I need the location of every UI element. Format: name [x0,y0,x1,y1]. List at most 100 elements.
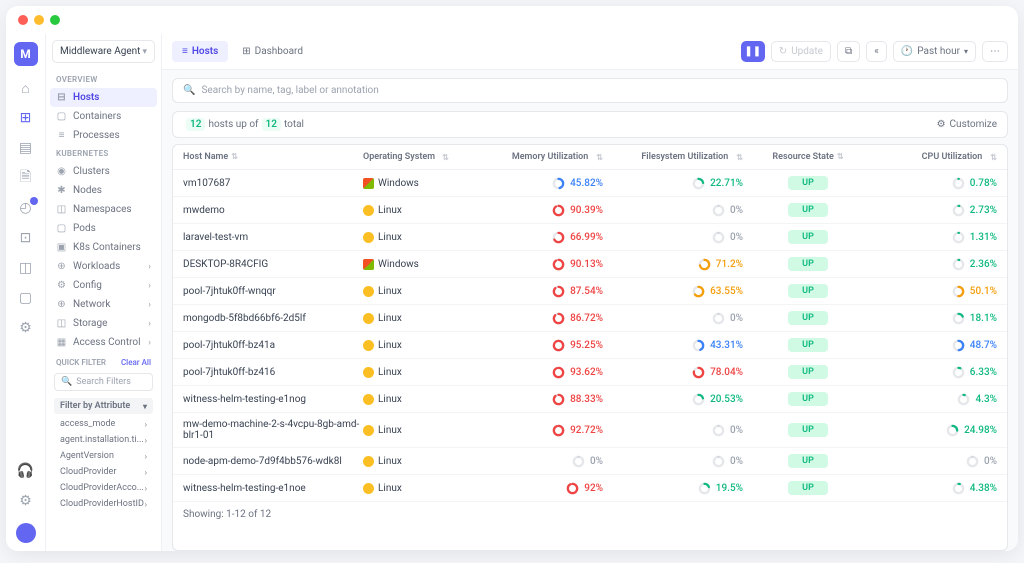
window-titlebar [6,6,1018,34]
host-name-cell: mwdemo [183,205,363,216]
sidebar-item-pods[interactable]: ▢Pods [46,219,161,238]
chevron-right-icon: › [148,300,151,310]
os-cell: Linux [363,425,463,436]
dashboard-icon: ⊞ [242,46,250,57]
resource-state-cell: UP [743,481,873,495]
filter-item[interactable]: AgentVersion› [46,448,161,464]
user-avatar[interactable] [16,523,36,543]
chevron-right-icon: › [145,452,147,461]
sidebar-item-storage[interactable]: ◫Storage› [46,314,161,333]
memory-cell: 87.54% [463,285,603,298]
sidebar-item-workloads[interactable]: ⊕Workloads› [46,257,161,276]
table-row[interactable]: pool-7jhtuk0ff-wnqqr Linux 87.54% 63.55%… [173,278,1007,305]
infrastructure-icon[interactable]: ⊞ [18,110,34,126]
copy-icon: ⧉ [845,46,852,57]
time-range-selector[interactable]: 🕐 Past hour ▾ [893,41,976,62]
tab-hosts[interactable]: ≡ Hosts [172,41,228,62]
table-row[interactable]: vm107687 Windows 45.82% 22.71% UP 0.78% [173,170,1007,197]
filter-search-input[interactable]: 🔍 Search Filters [54,373,153,391]
tab-dashboard[interactable]: ⊞ Dashboard [232,41,313,62]
linux-icon [363,313,374,324]
chevron-right-icon: › [148,338,151,348]
sort-icon[interactable]: ⇅ [837,152,844,162]
chevron-right-icon: › [145,420,147,429]
main-content: ≡ Hosts ⊞ Dashboard ❚❚ ↻ Update ⧉ [162,34,1018,551]
layers-icon[interactable]: ▤ [18,140,34,156]
table-row[interactable]: laravel-test-vm Linux 66.99% 0% UP 1.31% [173,224,1007,251]
sidebar-item-network[interactable]: ⊕Network› [46,295,161,314]
table-row[interactable]: DESKTOP-8R4CFIG Windows 90.13% 71.2% UP … [173,251,1007,278]
table-row[interactable]: pool-7jhtuk0ff-bz416 Linux 93.62% 78.04%… [173,359,1007,386]
sidebar-item-clusters[interactable]: ◉Clusters [46,162,161,181]
customize-button[interactable]: ⚙ Customize [937,119,997,130]
host-name-cell: laravel-test-vm [183,232,363,243]
filter-item[interactable]: CloudProviderAcco...› [46,480,161,496]
maximize-window-icon[interactable] [50,15,60,25]
sort-icon[interactable]: ⇅ [596,153,603,162]
sidebar-item-access control[interactable]: ▦Access Control› [46,333,161,352]
os-cell: Linux [363,340,463,351]
dashboards-icon[interactable]: ⊡ [18,230,34,246]
table-row[interactable]: node-apm-demo-7d9f4bb576-wdk8l Linux 0% … [173,448,1007,475]
monitor-icon[interactable]: ▢ [18,290,34,306]
filesystem-cell: 0% [603,455,743,468]
cpu-cell: 24.98% [873,424,997,437]
resource-state-cell: UP [743,176,873,190]
home-icon[interactable]: ⌂ [18,80,34,96]
filter-item[interactable]: access_mode› [46,416,161,432]
linux-icon [363,286,374,297]
filter-by-attribute-header[interactable]: Filter by Attribute ▾ [54,398,153,414]
sort-icon[interactable]: ⇅ [736,153,743,162]
table-row[interactable]: mw-demo-machine-2-s-4vcpu-8gb-amd-blr1-0… [173,413,1007,448]
sidebar-item-config[interactable]: ⚙Config› [46,276,161,295]
table-footer: Showing: 1-12 of 12 [173,502,1007,527]
pause-button[interactable]: ❚❚ [741,41,765,62]
filter-item[interactable]: CloudProviderHostID› [46,496,161,512]
sidebar-item-nodes[interactable]: ✱Nodes [46,181,161,200]
document-icon[interactable]: 🗎 [18,170,34,186]
database-icon[interactable]: ◫ [18,260,34,276]
sort-icon[interactable]: ⇅ [990,153,997,162]
table-row[interactable]: witness-helm-testing-e1nog Linux 88.33% … [173,386,1007,413]
clear-all-link[interactable]: Clear All [121,358,151,367]
filter-item[interactable]: CloudProvider› [46,464,161,480]
more-button[interactable]: ⋯ [982,41,1008,62]
sidebar-item-k8s containers[interactable]: ▣K8s Containers [46,238,161,257]
search-input[interactable]: 🔍 Search by name, tag, label or annotati… [172,78,1008,103]
table-row[interactable]: mongodb-5f8bd66bf6-2d5lf Linux 86.72% 0%… [173,305,1007,332]
sidebar-item-hosts[interactable]: ⊟Hosts [50,88,157,107]
help-icon[interactable]: 🎧 [18,463,34,479]
quick-filter-label: QUICK FILTER [56,358,106,367]
memory-cell: 88.33% [463,393,603,406]
alerts-icon[interactable]: ◴ [18,200,34,216]
filesystem-cell: 71.2% [603,258,743,271]
filter-item[interactable]: agent.installation.ti...› [46,432,161,448]
table-row[interactable]: mwdemo Linux 90.39% 0% UP 2.73% [173,197,1007,224]
chevron-right-icon: › [148,262,151,272]
table-row[interactable]: pool-7jhtuk0ff-bz41a Linux 95.25% 43.31%… [173,332,1007,359]
sidebar-item-namespaces[interactable]: ◫Namespaces [46,200,161,219]
copy-button[interactable]: ⧉ [837,41,860,62]
os-cell: Linux [363,367,463,378]
collapse-button[interactable]: « [866,41,887,62]
filesystem-cell: 78.04% [603,366,743,379]
chevron-right-icon: › [148,319,151,329]
sidebar-item-containers[interactable]: ▢Containers [46,107,161,126]
linux-icon [363,456,374,467]
settings-rail-icon[interactable]: ⚙ [18,320,34,336]
cpu-cell: 50.1% [873,285,997,298]
linux-icon [363,394,374,405]
app-logo[interactable]: M [14,42,38,66]
filesystem-cell: 43.31% [603,339,743,352]
minimize-window-icon[interactable] [34,15,44,25]
sidebar-item-processes[interactable]: ≡Processes [46,126,161,145]
gear-icon[interactable]: ⚙ [18,493,34,509]
table-row[interactable]: witness-helm-testing-e1noe Linux 92% 19.… [173,475,1007,502]
update-button[interactable]: ↻ Update [771,41,831,62]
close-window-icon[interactable] [18,15,28,25]
nav-icon: ◫ [56,318,67,329]
sort-icon[interactable]: ⇅ [231,152,238,161]
agent-selector[interactable]: Middleware Agent ▾ [52,40,155,63]
filesystem-cell: 0% [603,204,743,217]
sort-icon[interactable]: ⇅ [442,153,449,162]
